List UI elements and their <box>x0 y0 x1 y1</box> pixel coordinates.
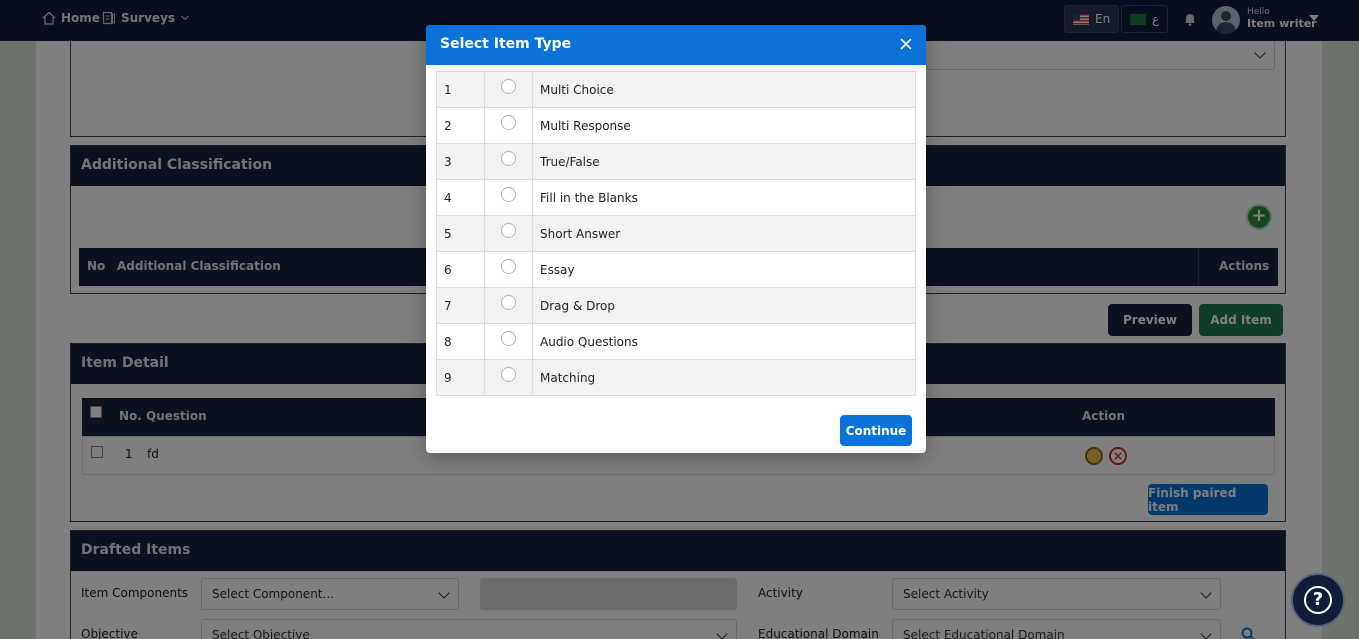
item-type-row[interactable]: 7 Drag & Drop <box>436 287 916 324</box>
item-type-number: 9 <box>436 359 485 396</box>
item-type-label: Audio Questions <box>532 323 916 360</box>
modal-header: Select Item Type <box>426 25 926 65</box>
item-type-number: 2 <box>436 107 485 144</box>
item-type-radio-cell <box>484 323 533 360</box>
close-icon[interactable] <box>898 36 914 52</box>
item-type-label: Fill in the Blanks <box>532 179 916 216</box>
item-type-number: 8 <box>436 323 485 360</box>
item-type-radio-cell <box>484 359 533 396</box>
continue-button[interactable]: Continue <box>840 415 912 446</box>
help-button[interactable]: ? <box>1291 573 1345 627</box>
item-type-radio[interactable] <box>501 78 516 94</box>
item-type-number: 3 <box>436 143 485 180</box>
item-type-number: 4 <box>436 179 485 216</box>
select-item-type-modal: Select Item Type 1 Multi Choice 2 Multi Res… <box>426 25 926 453</box>
item-type-row[interactable]: 9 Matching <box>436 359 916 396</box>
help-icon: ? <box>1304 586 1332 614</box>
item-type-label: Short Answer <box>532 215 916 252</box>
item-type-radio-cell <box>484 215 533 252</box>
item-type-radio[interactable] <box>501 186 516 202</box>
item-type-row[interactable]: 5 Short Answer <box>436 215 916 252</box>
item-type-radio[interactable] <box>501 330 516 346</box>
item-type-row[interactable]: 6 Essay <box>436 251 916 288</box>
item-type-number: 6 <box>436 251 485 288</box>
item-type-radio-cell <box>484 287 533 324</box>
item-type-radio-cell <box>484 251 533 288</box>
item-type-label: Multi Choice <box>532 71 916 108</box>
item-type-radio-cell <box>484 107 533 144</box>
item-type-label: Matching <box>532 359 916 396</box>
item-type-label: Essay <box>532 251 916 288</box>
modal-title: Select Item Type <box>440 36 572 52</box>
item-type-radio[interactable] <box>501 294 516 310</box>
item-type-number: 1 <box>436 71 485 108</box>
item-type-radio-cell <box>484 179 533 216</box>
item-type-number: 7 <box>436 287 485 324</box>
item-type-label: True/False <box>532 143 916 180</box>
item-type-row[interactable]: 3 True/False <box>436 143 916 180</box>
item-type-radio[interactable] <box>501 222 516 238</box>
item-type-table: 1 Multi Choice 2 Multi Response 3 True/False 4… <box>436 71 916 396</box>
item-type-number: 5 <box>436 215 485 252</box>
item-type-radio[interactable] <box>501 366 516 382</box>
item-type-radio[interactable] <box>501 150 516 166</box>
item-type-row[interactable]: 8 Audio Questions <box>436 323 916 360</box>
item-type-label: Drag & Drop <box>532 287 916 324</box>
item-type-label: Multi Response <box>532 107 916 144</box>
item-type-row[interactable]: 1 Multi Choice <box>436 71 916 108</box>
item-type-radio[interactable] <box>501 114 516 130</box>
item-type-row[interactable]: 2 Multi Response <box>436 107 916 144</box>
item-type-radio-cell <box>484 143 533 180</box>
item-type-row[interactable]: 4 Fill in the Blanks <box>436 179 916 216</box>
item-type-radio[interactable] <box>501 258 516 274</box>
item-type-radio-cell <box>484 71 533 108</box>
